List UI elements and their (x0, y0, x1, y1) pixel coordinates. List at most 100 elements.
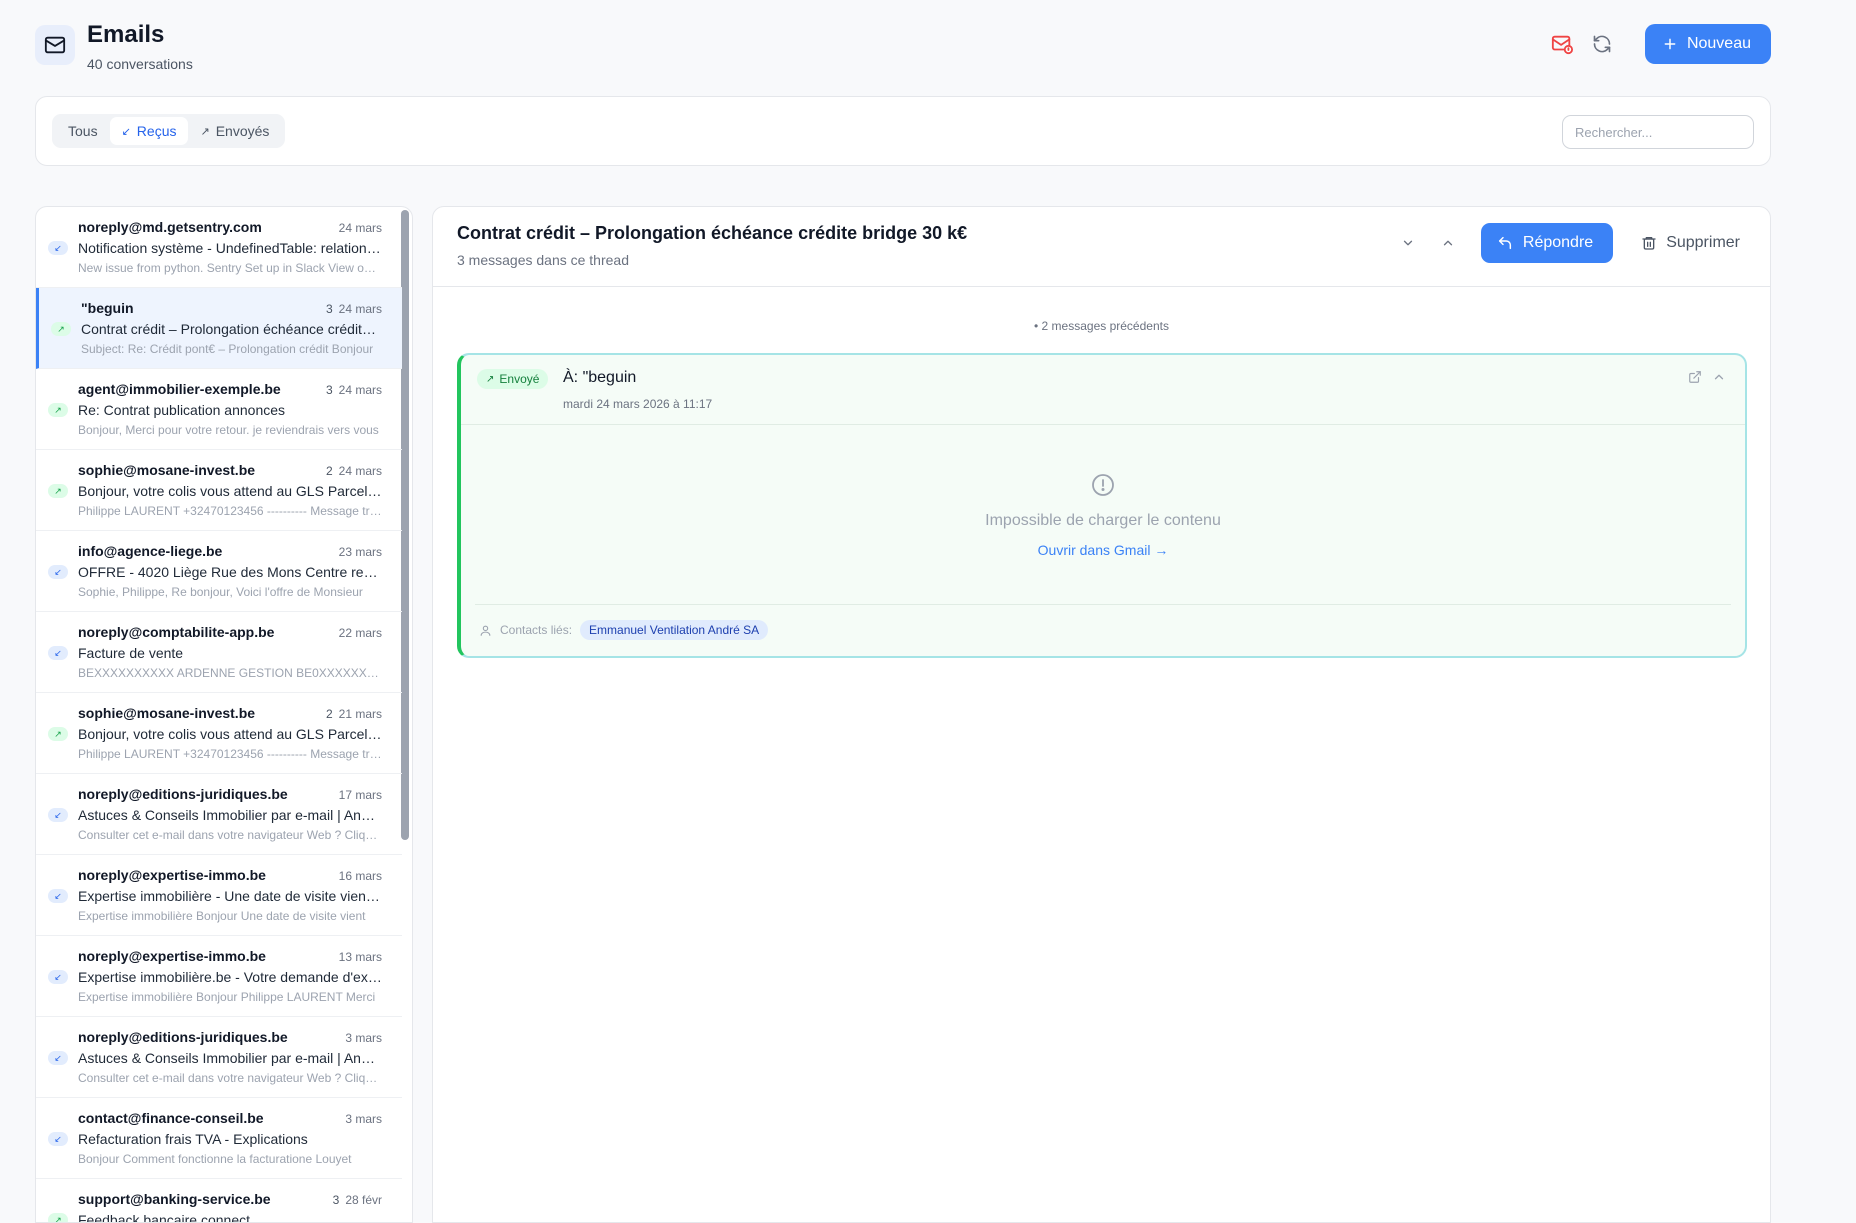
email-list-item[interactable]: ↙ contact@finance-conseil.be 3 mars Refactu… (36, 1098, 402, 1179)
email-subject: Refacturation frais TVA - Explications (78, 1131, 308, 1147)
email-sender: sophie@mosane-invest.be (78, 705, 256, 721)
trash-icon (1642, 237, 1656, 250)
email-sender: noreply@expertise-immo.be (78, 948, 266, 964)
reply-button[interactable]: Répondre (1480, 223, 1614, 263)
page-header: Emails 40 conversations (35, 20, 193, 72)
thread-actions: Répondre Supprimer (1393, 223, 1740, 263)
email-preview: Expertise immobilière Bonjour Philippe L… (78, 990, 376, 1004)
email-preview: Bonjour, Merci pour votre retour. je rev… (78, 423, 379, 437)
email-preview: Philippe LAURENT +32470123456 ----------… (78, 747, 382, 761)
search-input[interactable] (1562, 115, 1754, 149)
arrow-up-right-icon: ↗ (48, 403, 68, 417)
plus-icon (1664, 38, 1676, 50)
email-date: 17 mars (338, 788, 382, 802)
email-sender: noreply@comptabilite-app.be (78, 624, 275, 640)
email-sender: support@banking-service.be (78, 1191, 271, 1207)
email-preview: Subject: Re: Crédit pont€ – Prolongation… (81, 342, 374, 356)
email-preview: New issue from python. Sentry Set up in … (78, 261, 382, 275)
tab-received[interactable]: ↙ Reçus (109, 117, 189, 145)
arrow-down-left-icon: ↙ (121, 125, 131, 138)
email-date: 3 mars (345, 1031, 382, 1045)
contact-chip[interactable]: Emmanuel Ventilation André SA (580, 620, 769, 640)
chevron-up-icon[interactable] (1433, 228, 1463, 258)
list-scrollbar[interactable] (401, 210, 409, 840)
delete-label: Supprimer (1666, 234, 1740, 251)
email-thread-count: 3 (332, 1193, 340, 1207)
contacts-label: Contacts liés: (500, 623, 573, 637)
email-meta: 24 mars (333, 221, 382, 235)
external-link-icon[interactable] (1685, 367, 1705, 387)
email-list-item[interactable]: ↙ info@agence-liege.be 23 mars OFFRE - 4020… (36, 531, 402, 612)
email-preview: Sophie, Philippe, Re bonjour, Voici l'of… (78, 585, 363, 599)
email-list: ↙ noreply@md.getsentry.com 24 mars Notifica… (35, 206, 413, 1223)
email-date: 16 mars (338, 869, 382, 883)
email-list-item[interactable]: ↗ support@banking-service.be 3 28 févr Feedb… (36, 1179, 402, 1223)
message-card: ↗ Envoyé À: "beguin mardi 24 mars 2026 à… (457, 353, 1747, 658)
open-in-gmail-link[interactable]: Ouvrir dans Gmail → (1038, 542, 1169, 558)
new-email-button[interactable]: Nouveau (1644, 24, 1771, 64)
email-thread-count: 3 (325, 302, 333, 316)
collapse-icon[interactable] (1709, 367, 1729, 387)
email-preview: Consulter cet e-mail dans votre navigate… (78, 1071, 382, 1085)
email-date: 24 mars (338, 383, 382, 397)
email-list-item[interactable]: ↗ sophie@mosane-invest.be 2 24 mars Bonjour,… (36, 450, 402, 531)
email-meta: 13 mars (333, 950, 382, 964)
email-subject: Feedback bancaire connect (78, 1212, 250, 1223)
email-thread-count: 2 (325, 707, 333, 721)
email-date: 24 mars (338, 302, 382, 316)
reply-label: Répondre (1522, 234, 1594, 251)
message-date: mardi 24 mars 2026 à 11:17 (563, 397, 713, 411)
email-meta: 23 mars (333, 545, 382, 559)
email-list-item[interactable]: ↙ noreply@expertise-immo.be 13 mars Experti… (36, 936, 402, 1017)
message-body: Impossible de charger le contenu Ouvrir … (475, 425, 1731, 605)
email-thread-count: 3 (325, 383, 333, 397)
email-date: 24 mars (338, 221, 382, 235)
linked-contacts: Contacts liés: Emmanuel Ventilation Andr… (479, 620, 769, 640)
chevron-down-icon[interactable] (1393, 228, 1423, 258)
email-subject: Bonjour, votre colis vous attend au GLS … (78, 483, 382, 499)
email-thread-count: 2 (325, 464, 333, 478)
email-meta: 3 24 mars (326, 302, 382, 316)
mail-alert-icon[interactable] (1547, 29, 1577, 59)
delete-button[interactable]: Supprimer (1641, 234, 1740, 252)
arrow-down-left-icon: ↙ (48, 970, 68, 984)
email-list-item[interactable]: ↗ sophie@mosane-invest.be 2 21 mars Bonjour,… (36, 693, 402, 774)
email-date: 23 mars (338, 545, 382, 559)
tab-all[interactable]: Tous (56, 117, 110, 145)
email-meta: 16 mars (333, 869, 382, 883)
arrow-down-left-icon: ↙ (48, 1051, 68, 1065)
page-title: Emails (87, 21, 165, 48)
email-list-item[interactable]: ↗ agent@immobilier-exemple.be 3 24 mars Re: … (36, 369, 402, 450)
email-subject: Re: Contrat publication annonces (78, 402, 286, 418)
email-subject: Astuces & Conseils Immobilier par e-mail… (78, 807, 382, 823)
arrow-down-left-icon: ↙ (48, 565, 68, 579)
email-date: 3 mars (345, 1112, 382, 1126)
header-actions: Nouveau (1547, 24, 1771, 64)
email-subject: Expertise immobilière.be - Votre demande… (78, 969, 382, 985)
email-sender: agent@immobilier-exemple.be (78, 381, 281, 397)
tab-sent[interactable]: ↗ Envoyés (188, 117, 281, 145)
arrow-up-right-icon: ↗ (486, 373, 495, 385)
email-list-item[interactable]: ↙ noreply@comptabilite-app.be 22 mars Factu… (36, 612, 402, 693)
email-list-item[interactable]: ↙ noreply@editions-juridiques.be 3 mars Ast… (36, 1017, 402, 1098)
email-preview: Philippe LAURENT +32470123456 ----------… (78, 504, 382, 518)
email-list-item[interactable]: ↙ noreply@editions-juridiques.be 17 mars As… (36, 774, 402, 855)
email-sender: sophie@mosane-invest.be (78, 462, 256, 478)
email-meta: 2 24 mars (326, 464, 382, 478)
reply-icon (1498, 236, 1511, 250)
email-preview: Consulter cet e-mail dans votre navigate… (78, 828, 382, 842)
thread-panel: Contrat crédit – Prolongation échéance c… (432, 206, 1771, 1223)
thread-header: Contrat crédit – Prolongation échéance c… (433, 207, 1770, 287)
previous-messages-toggle[interactable]: • 2 messages précédents (433, 319, 1770, 333)
refresh-icon[interactable] (1587, 29, 1617, 59)
email-sender: contact@finance-conseil.be (78, 1110, 264, 1126)
email-list-item[interactable]: ↙ noreply@md.getsentry.com 24 mars Notifica… (36, 207, 402, 288)
email-date: 28 févr (345, 1193, 382, 1207)
message-header[interactable]: ↗ Envoyé À: "beguin mardi 24 mars 2026 à… (461, 355, 1745, 425)
email-sender: noreply@expertise-immo.be (78, 867, 266, 883)
email-list-item[interactable]: ↙ noreply@expertise-immo.be 16 mars Experti… (36, 855, 402, 936)
email-subject: Notification système - UndefinedTable: r… (78, 240, 382, 256)
email-date: 21 mars (338, 707, 382, 721)
email-list-item[interactable]: ↗ "beguin 3 24 mars Contrat crédit – Prolong… (36, 288, 402, 369)
arrow-up-right-icon: ↗ (48, 727, 68, 741)
